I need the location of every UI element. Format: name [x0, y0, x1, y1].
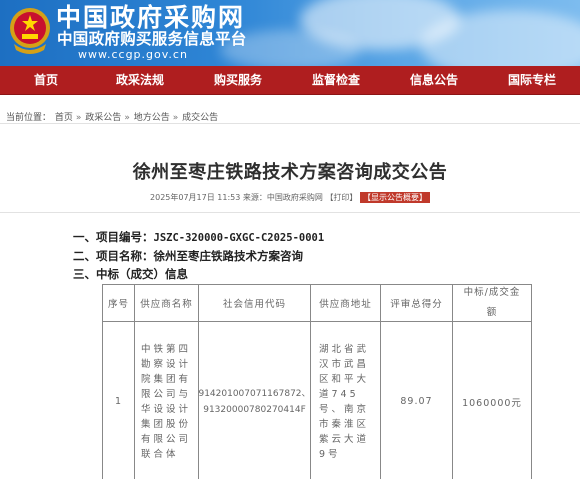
- breadcrumb-item-local[interactable]: 地方公告: [134, 113, 170, 123]
- breadcrumb-separator: »: [172, 113, 179, 123]
- site-url[interactable]: www.ccgp.gov.cn: [78, 48, 188, 61]
- section-project-code: 一、项目编号：JSZC-320000-GXGC-C2025-0001: [73, 229, 324, 245]
- award-table: 序号 供应商名称 社会信用代码 供应商地址 评审总得分 中标/成交金额 1 中铁…: [102, 284, 532, 479]
- section-project-name: 二、项目名称：徐州至枣庄铁路技术方案咨询: [73, 248, 303, 264]
- divider: [0, 212, 580, 213]
- table-header-no: 序号: [103, 285, 135, 322]
- table-header-amount: 中标/成交金额: [453, 285, 531, 322]
- site-banner: 中国政府采购网 中国政府购买服务信息平台 www.ccgp.gov.cn: [0, 0, 580, 66]
- breadcrumb-item-home[interactable]: 首页: [55, 113, 73, 123]
- table-cell-no: 1: [103, 322, 135, 479]
- project-code-value: JSZC-320000-GXGC-C2025-0001: [153, 232, 325, 244]
- divider: [0, 123, 580, 124]
- nav-item-international[interactable]: 国际专栏: [484, 66, 580, 95]
- meta-source: 中国政府采购网: [266, 193, 323, 202]
- section-label: 三、中标（成交）信息: [73, 267, 188, 281]
- breadcrumb-separator: »: [75, 113, 82, 123]
- table-header-supplier: 供应商名称: [135, 285, 199, 322]
- table-cell-score: 89.07: [381, 322, 453, 479]
- table-cell-amount: 1060000元: [453, 322, 531, 479]
- table-header-amount-label: 中标/成交金额: [463, 287, 521, 318]
- nav-item-announcements[interactable]: 信息公告: [384, 66, 484, 95]
- nav-item-supervision[interactable]: 监督检查: [288, 66, 384, 95]
- nav-item-home[interactable]: 首页: [0, 66, 92, 95]
- site-subtitle: 中国政府购买服务信息平台: [57, 30, 247, 48]
- table-header-score: 评审总得分: [381, 285, 453, 322]
- project-name-value: 徐州至枣庄铁路技术方案咨询: [153, 249, 304, 263]
- page-title: 徐州至枣庄铁路技术方案咨询成交公告: [132, 162, 448, 183]
- breadcrumb-prefix: 当前位置：: [6, 113, 52, 123]
- national-emblem-icon: [10, 8, 50, 54]
- meta-date: 2025年07月17日 11:53: [150, 193, 241, 202]
- table-cell-credit-code: 914201007071167872、91320000780270414F: [198, 322, 311, 479]
- table-header-credit-code: 社会信用代码: [199, 285, 311, 322]
- section-label: 一、项目编号：: [73, 230, 154, 244]
- breadcrumb: 当前位置： 首页» 政采公告» 地方公告» 成交公告: [6, 110, 219, 123]
- table-header-address: 供应商地址: [311, 285, 381, 322]
- meta-source-label: 来源：: [242, 193, 267, 202]
- credit-code-value: 914201007071167872、91320000780270414F: [198, 388, 311, 415]
- table-cell-address: 湖北省武汉市武昌区和平大道745号、南京市秦淮区紫云大道9号: [311, 322, 381, 479]
- print-link[interactable]: 【打印】: [325, 193, 357, 202]
- main-nav: 首页 政采法规 购买服务 监督检查 信息公告 国际专栏: [0, 66, 580, 95]
- breadcrumb-item-deal[interactable]: 成交公告: [182, 113, 218, 123]
- section-label: 二、项目名称：: [73, 249, 154, 263]
- site-title: 中国政府采购网: [56, 3, 246, 32]
- breadcrumb-item-announcements[interactable]: 政采公告: [85, 113, 121, 123]
- address-value: 湖北省武汉市武昌区和平大道745号、南京市秦淮区紫云大道9号: [319, 343, 370, 460]
- section-award-info: 三、中标（成交）信息: [73, 266, 188, 282]
- table-cell-supplier: 中铁第四勘察设计院集团有限公司与华设设计集团股份有限公司联合体: [135, 322, 199, 479]
- article-meta: 2025年07月17日 11:53 来源：中国政府采购网 【打印】 【显示公告概…: [0, 192, 580, 203]
- show-summary-button[interactable]: 【显示公告概要】: [359, 192, 430, 203]
- breadcrumb-separator: »: [124, 113, 130, 123]
- nav-item-regulations[interactable]: 政采法规: [92, 66, 188, 95]
- nav-item-purchase-services[interactable]: 购买服务: [188, 66, 288, 95]
- supplier-name: 中铁第四勘察设计院集团有限公司与华设设计集团股份有限公司联合体: [141, 343, 192, 460]
